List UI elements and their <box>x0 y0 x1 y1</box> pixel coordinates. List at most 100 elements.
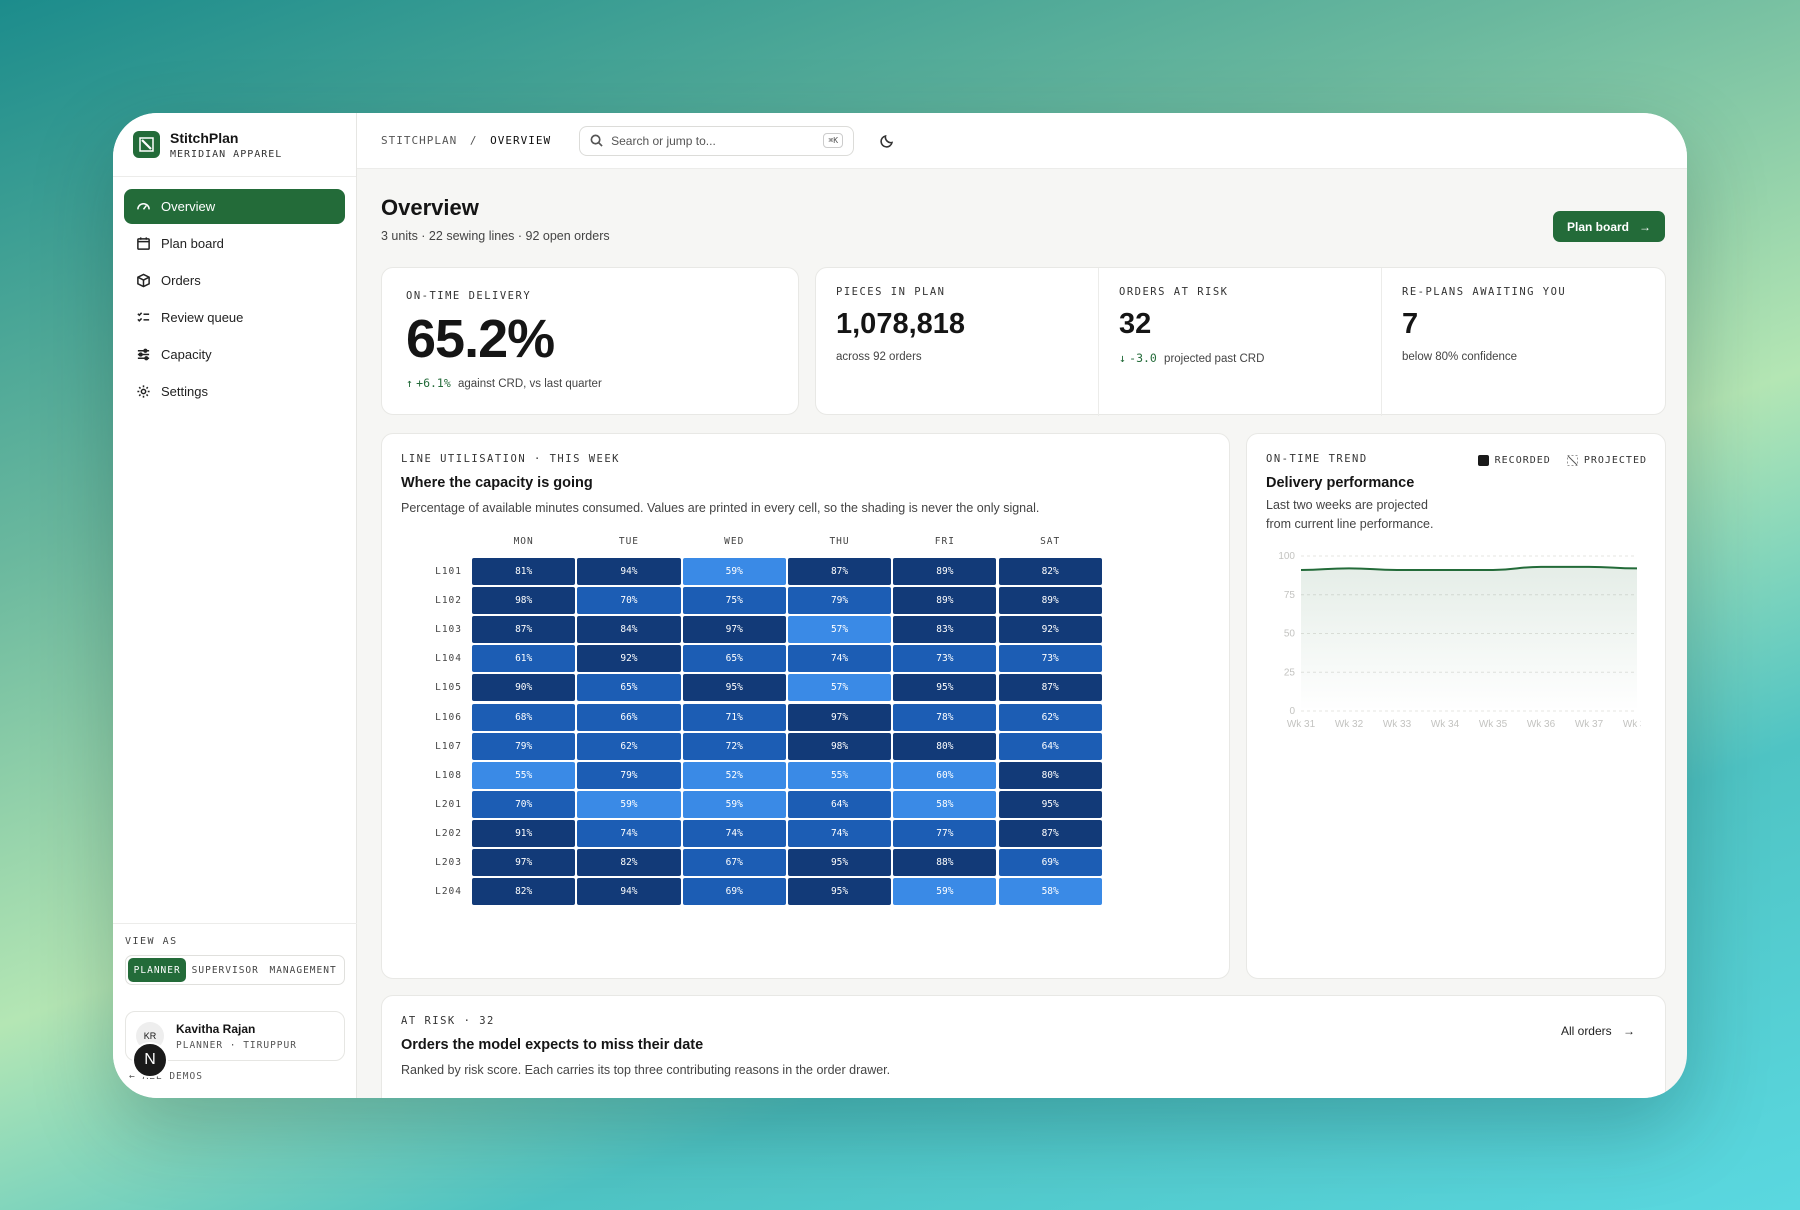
heatmap-cell[interactable]: 95% <box>682 674 786 702</box>
view-option-planner[interactable]: PLANNER <box>128 958 187 982</box>
heatmap-row-header: L103 <box>435 624 462 636</box>
heatmap-cell[interactable]: 79% <box>472 732 576 760</box>
heatmap-cell[interactable]: 82% <box>577 849 681 877</box>
heatmap-cell[interactable]: 78% <box>893 703 997 731</box>
breadcrumb: STITCHPLAN / OVERVIEW <box>381 134 551 147</box>
sidebar-item-capacity[interactable]: Capacity <box>124 337 345 372</box>
heatmap-cell[interactable]: 94% <box>577 878 681 906</box>
trend-x-tick: Wk 33 <box>1383 719 1412 730</box>
sidebar-item-overview[interactable]: Overview <box>124 189 345 224</box>
heatmap-cell[interactable]: 55% <box>472 761 576 789</box>
search-input[interactable]: Search or jump to... ⌘K <box>579 125 855 156</box>
heatmap-cell[interactable]: 70% <box>472 790 576 818</box>
heatmap-cell[interactable]: 98% <box>787 732 892 760</box>
heatmap-cell[interactable]: 79% <box>787 587 892 615</box>
heatmap-cell[interactable]: 92% <box>577 645 681 673</box>
view-as-panel: VIEW AS PLANNER SUPERVISOR MANAGEMENT <box>113 923 357 985</box>
trend-y-tick: 100 <box>1278 551 1295 562</box>
heatmap-cell[interactable]: 72% <box>682 732 786 760</box>
replans-label: RE-PLANS AWAITING YOU <box>1402 286 1567 298</box>
heatmap-cell[interactable]: 60% <box>893 761 997 789</box>
heatmap-cell[interactable]: 62% <box>577 732 681 760</box>
heatmap-cell[interactable]: 87% <box>472 616 576 644</box>
heatmap-cell[interactable]: 89% <box>998 587 1102 615</box>
heatmap-cell[interactable]: 64% <box>787 790 892 818</box>
heatmap-cell[interactable]: 89% <box>893 587 997 615</box>
at-risk-desc: Ranked by risk score. Each carries its t… <box>401 1063 891 1077</box>
heatmap-cell[interactable]: 80% <box>893 732 997 760</box>
heatmap-cell[interactable]: 59% <box>682 558 786 586</box>
heatmap-cell[interactable]: 97% <box>787 703 892 731</box>
heatmap-cell[interactable]: 71% <box>682 703 786 731</box>
heatmap-cell[interactable]: 80% <box>998 761 1102 789</box>
heatmap-cell[interactable]: 74% <box>787 645 892 673</box>
heatmap-cell[interactable]: 92% <box>998 616 1102 644</box>
heatmap-cell[interactable]: 75% <box>682 587 786 615</box>
heatmap-cell[interactable]: 97% <box>682 616 786 644</box>
trend-x-tick: Wk 38 <box>1623 719 1641 730</box>
heatmap-cell[interactable]: 74% <box>682 819 786 847</box>
heatmap-cell[interactable]: 57% <box>787 616 892 644</box>
heatmap-cell[interactable]: 69% <box>998 849 1102 877</box>
heatmap-cell[interactable]: 59% <box>682 790 786 818</box>
heatmap-cell[interactable]: 82% <box>472 878 576 906</box>
heatmap-cell[interactable]: 82% <box>998 558 1102 586</box>
heatmap-cell[interactable]: 67% <box>682 849 786 877</box>
heatmap-cell[interactable]: 87% <box>998 819 1102 847</box>
heatmap-cell[interactable]: 91% <box>472 819 576 847</box>
heatmap-cell[interactable]: 95% <box>787 878 892 906</box>
heatmap-cell[interactable]: 79% <box>577 761 681 789</box>
heatmap-cell[interactable]: 95% <box>998 790 1102 818</box>
view-option-supervisor[interactable]: SUPERVISOR <box>186 958 264 982</box>
heatmap-cell[interactable]: 97% <box>472 849 576 877</box>
heatmap-cell[interactable]: 83% <box>893 616 997 644</box>
page-subtitle: 3 units · 22 sewing lines · 92 open orde… <box>381 229 610 243</box>
heatmap-cell[interactable]: 95% <box>787 849 892 877</box>
plan-board-button[interactable]: Plan board → <box>1552 211 1665 242</box>
heatmap-row-header: L104 <box>435 653 462 665</box>
breadcrumb-root[interactable]: STITCHPLAN <box>381 134 457 147</box>
heatmap-cell[interactable]: 59% <box>893 878 997 906</box>
heatmap-cell[interactable]: 87% <box>998 674 1102 702</box>
sidebar-item-orders[interactable]: Orders <box>124 263 345 298</box>
all-orders-link[interactable]: All orders → <box>1561 1024 1635 1038</box>
heatmap-cell[interactable]: 68% <box>472 703 576 731</box>
sidebar-item-settings[interactable]: Settings <box>124 374 345 409</box>
legend-recorded: RECORDED <box>1494 455 1551 466</box>
moon-icon[interactable] <box>879 133 895 149</box>
heatmap-cell[interactable]: 52% <box>682 761 786 789</box>
heatmap-cell[interactable]: 88% <box>893 849 997 877</box>
arrow-down-icon: ↓ <box>1119 351 1126 365</box>
app-window: StitchPlan MERIDIAN APPAREL Overview Plan… <box>113 113 1687 1098</box>
n-badge[interactable]: N <box>132 1042 168 1078</box>
heatmap-cell[interactable]: 77% <box>893 819 997 847</box>
heatmap-cell[interactable]: 69% <box>682 878 786 906</box>
heatmap-cell[interactable]: 74% <box>787 819 892 847</box>
heatmap-cell[interactable]: 61% <box>472 645 576 673</box>
heatmap-cell[interactable]: 74% <box>577 819 681 847</box>
heatmap-cell[interactable]: 81% <box>472 558 576 586</box>
view-option-management[interactable]: MANAGEMENT <box>264 958 342 982</box>
heatmap-cell[interactable]: 89% <box>893 558 997 586</box>
heatmap-cell[interactable]: 55% <box>787 761 892 789</box>
heatmap-cell[interactable]: 98% <box>472 587 576 615</box>
sidebar-item-plan-board[interactable]: Plan board <box>124 226 345 261</box>
heatmap-cell[interactable]: 90% <box>472 674 576 702</box>
heatmap-cell[interactable]: 58% <box>998 878 1102 906</box>
heatmap-cell[interactable]: 62% <box>998 703 1102 731</box>
heatmap-cell[interactable]: 64% <box>998 732 1102 760</box>
heatmap-cell[interactable]: 57% <box>787 674 892 702</box>
heatmap-cell[interactable]: 70% <box>577 587 681 615</box>
heatmap-cell[interactable]: 58% <box>893 790 997 818</box>
heatmap-cell[interactable]: 65% <box>682 645 786 673</box>
heatmap-cell[interactable]: 94% <box>577 558 681 586</box>
sidebar-item-review-queue[interactable]: Review queue <box>124 300 345 335</box>
heatmap-cell[interactable]: 73% <box>998 645 1102 673</box>
heatmap-cell[interactable]: 66% <box>577 703 681 731</box>
heatmap-cell[interactable]: 84% <box>577 616 681 644</box>
heatmap-cell[interactable]: 59% <box>577 790 681 818</box>
heatmap-cell[interactable]: 87% <box>787 558 892 586</box>
heatmap-cell[interactable]: 65% <box>577 674 681 702</box>
heatmap-cell[interactable]: 95% <box>893 674 997 702</box>
heatmap-cell[interactable]: 73% <box>893 645 997 673</box>
